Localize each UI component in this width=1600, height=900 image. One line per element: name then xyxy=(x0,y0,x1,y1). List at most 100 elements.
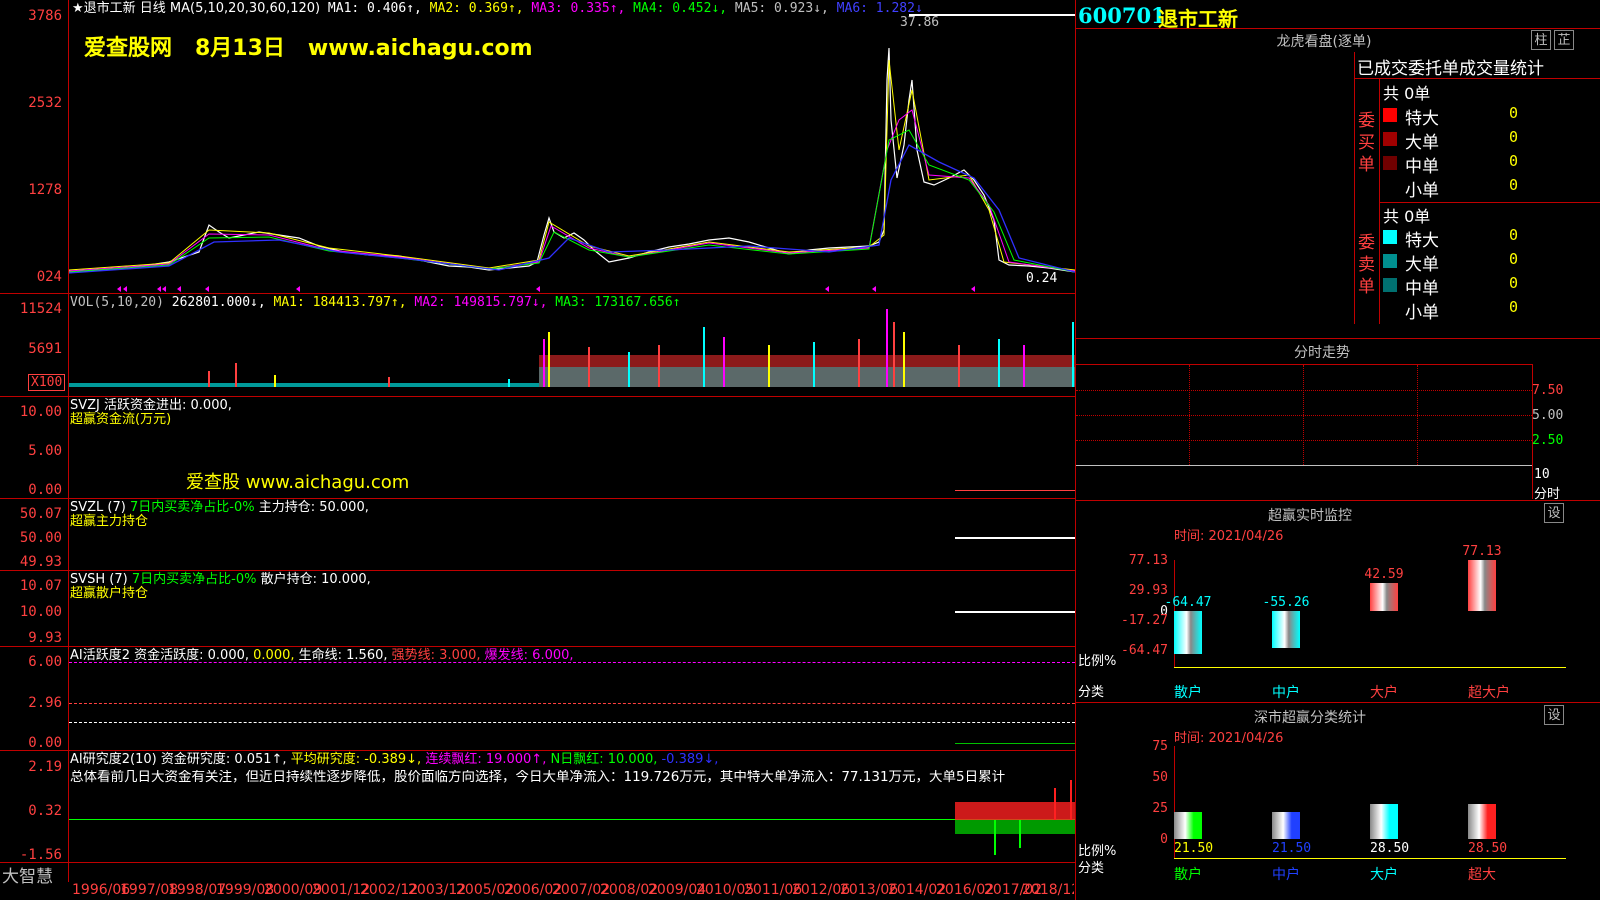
order-color-swatch xyxy=(1383,156,1397,170)
svzl-ratio: 7日内买卖净占比-0% xyxy=(129,500,255,515)
main-chart-area[interactable]: ★退市工新 日线 MA(5,10,20,30,60,120) MA1: 0.40… xyxy=(0,0,1076,900)
monitor-ratio-label: 比例% xyxy=(1078,654,1117,669)
order-count-value: 0 xyxy=(1509,104,1519,122)
ai-active-burst: 爆发线: 6.000, xyxy=(484,648,574,663)
sz-bar-value: 21.50 xyxy=(1174,841,1214,856)
price-axis-label: 1278 xyxy=(28,182,62,198)
ai-research-nred: N日飘红: 10.000, xyxy=(550,752,658,767)
life-line xyxy=(69,722,1075,723)
sz-bar-value: 28.50 xyxy=(1370,841,1410,856)
sz-stats-panel-title: 深市超赢分类统计 xyxy=(1254,710,1366,726)
svzl-subtitle: 超赢主力持仓 xyxy=(70,514,149,529)
ai-research-avg: 平均研究度: -0.389↓, xyxy=(290,752,422,767)
order-count-value: 0 xyxy=(1509,274,1519,292)
vol-axis-label: 5691 xyxy=(28,341,62,357)
monitor-axis-label: 77.13 xyxy=(1128,553,1168,568)
stock-code: 600701 xyxy=(1078,3,1166,28)
right-panel: 600701 退市工新 龙虎看盘(逐单) 柱 芷 已成交委托单成交量统计 委买单… xyxy=(1076,0,1600,900)
vol-axis-label: 11524 xyxy=(19,301,62,317)
ai-active-line xyxy=(955,743,1075,744)
svzl-holding: 主力持仓: 50.000, xyxy=(258,500,369,515)
monitor-panel-title: 超赢实时监控 xyxy=(1268,508,1352,524)
ai-research-header: AI研究度2(10) 资金研究度: 0.051↑, 平均研究度: -0.389↓… xyxy=(70,752,718,767)
order-stats-box: 已成交委托单成交量统计 委买单 共 0单 特大 0 大单 0 中单 0 小单 0 委卖单 共 … xyxy=(1354,52,1600,324)
order-color-swatch xyxy=(1383,132,1397,146)
ai-active-lifeline: 生命线: 1.560, xyxy=(298,648,388,663)
svzj-axis-label: 5.00 xyxy=(28,443,62,459)
ai-research-bars xyxy=(955,780,1075,855)
ai-research-zero-line xyxy=(69,819,1075,820)
price-line-green xyxy=(69,129,1075,273)
column-toggle-button[interactable]: 柱 xyxy=(1531,30,1551,50)
sz-category: 大户 xyxy=(1370,867,1398,883)
sz-bar-value: 21.50 xyxy=(1272,841,1312,856)
monitor-axis-label: -17.27 xyxy=(1121,613,1168,628)
monitor-bar xyxy=(1174,611,1202,654)
top-dots xyxy=(909,14,1075,16)
monitor-bar-value: -64.47 xyxy=(1164,595,1212,610)
sz-axis-label: 25 xyxy=(1152,801,1168,816)
ai-research-axis-label: -1.56 xyxy=(19,847,62,863)
price-axis-label: 2532 xyxy=(28,95,62,111)
price-line-magenta xyxy=(69,109,1075,272)
svzl-axis-label: 50.07 xyxy=(19,506,62,522)
order-size-label: 特大 xyxy=(1405,109,1439,129)
order-color-swatch xyxy=(1383,230,1397,244)
sell-total: 共 0单 xyxy=(1383,207,1431,226)
sz-bar xyxy=(1468,803,1496,839)
order-count-value: 0 xyxy=(1509,176,1519,194)
svzl-axis-label: 50.00 xyxy=(19,530,62,546)
sz-time: 时间: 2021/04/26 xyxy=(1174,731,1284,746)
dragon-panel-title: 龙虎看盘(逐单) xyxy=(1276,34,1372,50)
ai-research-axis-label: 0.32 xyxy=(28,803,62,819)
order-count-value: 0 xyxy=(1509,250,1519,268)
monitor-time: 时间: 2021/04/26 xyxy=(1174,529,1284,544)
buy-sell-markers xyxy=(117,286,975,292)
strong-line xyxy=(69,703,1075,704)
svzj-line xyxy=(955,490,1075,491)
ai-active-strong: 强势线: 3.000, xyxy=(391,648,481,663)
burst-line xyxy=(69,662,1075,663)
sz-bar-value: 28.50 xyxy=(1468,841,1508,856)
svsh-axis-label: 10.00 xyxy=(19,604,62,620)
sz-axis-label: 50 xyxy=(1152,770,1168,785)
ai-active-axis-label: 2.96 xyxy=(28,695,62,711)
intraday-chart xyxy=(1076,364,1533,499)
svzl-axis-label: 49.93 xyxy=(19,554,62,570)
intraday-price-line xyxy=(1076,465,1532,466)
ai-active-title: AI活跃度2 资金活跃度: 0.000, xyxy=(70,648,249,663)
monitor-category: 中户 xyxy=(1272,685,1300,701)
watermark-secondary: 爱查股 www.aichagu.com xyxy=(186,472,410,493)
monitor-bar-value: 77.13 xyxy=(1462,544,1502,559)
intraday-axis-label: 5.00 xyxy=(1532,408,1564,423)
sz-category: 超大 xyxy=(1468,867,1496,883)
sz-category: 中户 xyxy=(1272,867,1300,883)
buy-total: 共 0单 xyxy=(1383,84,1431,103)
order-color-swatch xyxy=(1383,254,1397,268)
sz-baseline xyxy=(1174,858,1566,859)
monitor-bar-value: 42.59 xyxy=(1364,566,1404,582)
intraday-panel-title: 分时走势 xyxy=(1294,345,1350,361)
order-count-value: 0 xyxy=(1509,128,1519,146)
monitor-bar-value: -55.26 xyxy=(1262,595,1310,610)
order-size-label: 中单 xyxy=(1405,279,1439,299)
svzj-axis-label: 0.00 xyxy=(28,482,62,498)
monitor-settings-button[interactable]: 设 xyxy=(1544,503,1564,523)
sell-orders-label: 委卖单 xyxy=(1358,233,1375,297)
ai-research-conred: 连续飘红: 19.000↑, xyxy=(425,752,547,767)
svzl-title: SVZL (7) xyxy=(70,500,126,515)
svzj-axis-label: 10.00 xyxy=(19,404,62,420)
settings-toggle-button[interactable]: 芷 xyxy=(1554,30,1574,50)
sz-bar xyxy=(1370,803,1398,839)
order-size-label: 大单 xyxy=(1405,255,1439,275)
ai-research-title: AI研究度2(10) 资金研究度: 0.051↑, xyxy=(70,752,287,767)
intraday-axis-label: 7.50 xyxy=(1532,383,1564,398)
sz-settings-button[interactable]: 设 xyxy=(1544,705,1564,725)
svsh-axis-label: 9.93 xyxy=(28,630,62,646)
sz-bar xyxy=(1174,812,1202,839)
volume-bars-chart xyxy=(69,309,1075,387)
svsh-line xyxy=(955,611,1075,613)
order-count-value: 0 xyxy=(1509,226,1519,244)
svzl-header: SVZL (7) 7日内买卖净占比-0% 主力持仓: 50.000, xyxy=(70,500,369,515)
order-size-label: 中单 xyxy=(1405,157,1439,177)
